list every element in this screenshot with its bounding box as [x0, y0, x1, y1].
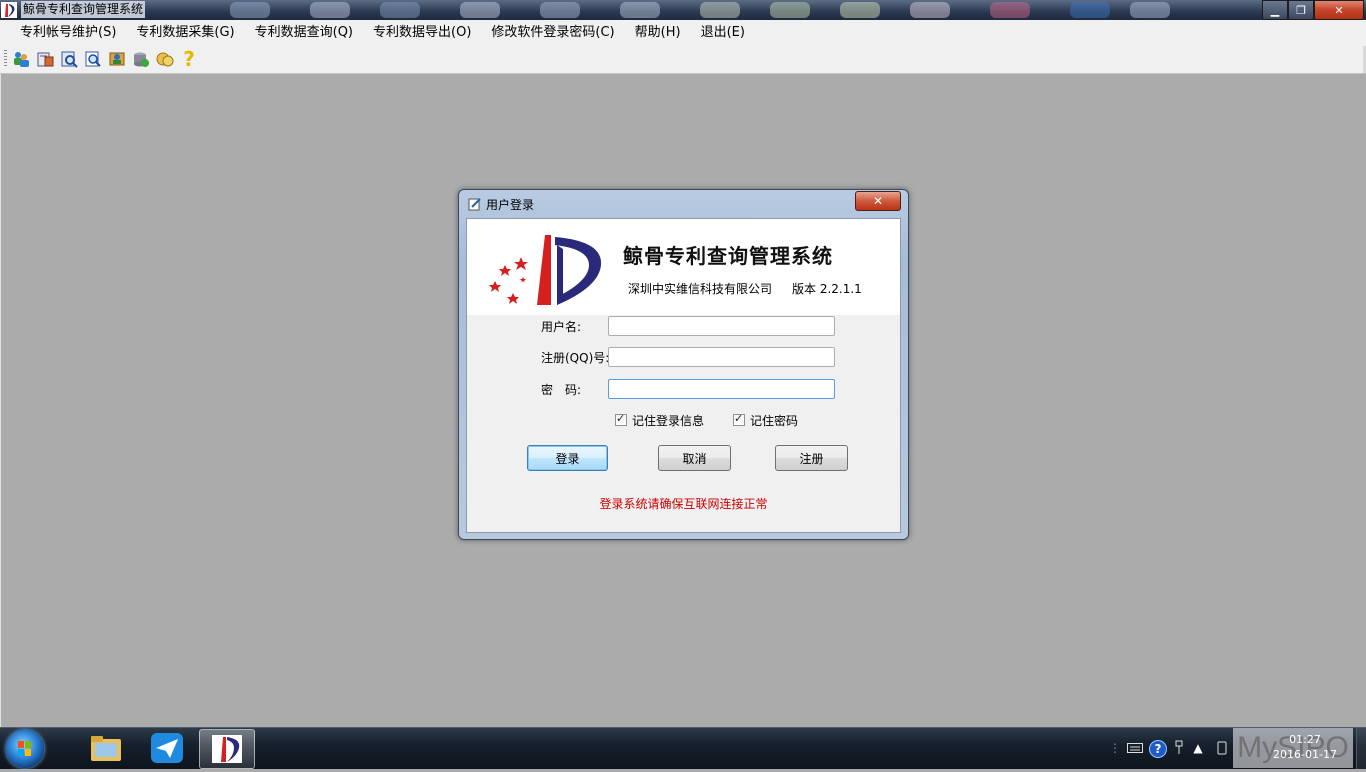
login-banner: 鲸骨专利查询管理系统 深圳中实维信科技有限公司 版本 2.2.1.1: [467, 219, 900, 315]
system-title: 鲸骨专利查询管理系统: [623, 244, 833, 268]
menu-data-collect[interactable]: 专利数据采集(G): [126, 20, 244, 46]
show-desktop-button[interactable]: [1356, 728, 1366, 769]
toolbar: ?: [0, 46, 1366, 74]
edit-pen-icon: [468, 198, 481, 211]
background-thumbnails: [230, 2, 1190, 18]
remember-login-label[interactable]: 记住登录信息: [632, 412, 704, 429]
company-name: 深圳中实维信科技有限公司: [628, 282, 773, 296]
cancel-button[interactable]: 取消: [658, 445, 731, 471]
user-card-icon[interactable]: [107, 49, 127, 69]
dialog-close-button[interactable]: ✕: [855, 191, 901, 211]
keyboard-icon[interactable]: [1127, 740, 1143, 756]
window-titlebar: 鲸骨专利查询管理系统 ▁ ❐ ✕: [0, 0, 1366, 20]
preview-icon[interactable]: [83, 49, 103, 69]
taskbar-clock[interactable]: 01:27 2016-01-17: [1270, 732, 1340, 762]
patent-logo-icon: [212, 735, 242, 763]
remember-password-label[interactable]: 记住密码: [750, 412, 798, 429]
connection-notice: 登录系统请确保互联网连接正常: [599, 497, 768, 511]
windows-logo-icon: [18, 741, 31, 756]
file-explorer-taskbar-button[interactable]: [79, 729, 133, 767]
coin-icon[interactable]: [155, 49, 175, 69]
clock-time: 01:27: [1289, 733, 1321, 746]
qq-label: 注册(QQ)号:: [541, 351, 610, 365]
menu-data-query[interactable]: 专利数据查询(Q): [245, 20, 363, 46]
username-label: 用户名:: [541, 320, 582, 334]
menu-change-password[interactable]: 修改软件登录密码(C): [481, 20, 624, 46]
register-button[interactable]: 注册: [775, 445, 848, 471]
clock-date: 2016-01-17: [1273, 748, 1337, 761]
login-button[interactable]: 登录: [527, 445, 608, 471]
dialog-body: 鲸骨专利查询管理系统 深圳中实维信科技有限公司 版本 2.2.1.1 用户名: …: [466, 218, 901, 533]
company-logo: [489, 235, 602, 305]
search-db-icon[interactable]: [59, 49, 79, 69]
app-logo-icon: [1, 2, 17, 18]
toolbar-grip[interactable]: [4, 50, 7, 68]
start-button[interactable]: [6, 730, 44, 768]
taskbar: ⋮ ? ▲ MySIPO 01:27 2016-01-17: [0, 727, 1366, 769]
remember-password-checkbox[interactable]: [733, 412, 745, 426]
messenger-taskbar-button[interactable]: [140, 729, 194, 767]
network-icon[interactable]: [1171, 740, 1187, 756]
window-title: 鲸骨专利查询管理系统: [21, 1, 146, 18]
menu-exit[interactable]: 退出(E): [691, 20, 755, 46]
menu-data-export[interactable]: 专利数据导出(O): [363, 20, 481, 46]
export-icon[interactable]: [35, 49, 55, 69]
minimize-button[interactable]: ▁: [1262, 0, 1288, 20]
qq-number-input[interactable]: [608, 347, 835, 367]
menu-help[interactable]: 帮助(H): [625, 20, 691, 46]
remember-login-checkbox[interactable]: [615, 412, 627, 426]
paper-plane-icon: [151, 733, 183, 763]
version-label: 版本 2.2.1.1: [792, 282, 862, 296]
password-input[interactable]: [608, 379, 835, 399]
tray-grip: ⋮: [1109, 741, 1121, 755]
menu-patent-account[interactable]: 专利帐号维护(S): [0, 20, 126, 46]
dialog-title: 用户登录: [486, 198, 535, 212]
patent-system-taskbar-button[interactable]: [199, 729, 255, 769]
help-icon[interactable]: ?: [179, 47, 199, 71]
help-tray-icon[interactable]: ?: [1149, 740, 1167, 758]
restore-button[interactable]: ❐: [1288, 0, 1314, 20]
username-input[interactable]: [608, 316, 835, 336]
device-icon[interactable]: [1214, 740, 1230, 756]
password-label: 密 码:: [541, 383, 582, 397]
menu-bar: 专利帐号维护(S) 专利数据采集(G) 专利数据查询(Q) 专利数据导出(O) …: [0, 20, 1366, 46]
login-dialog: 用户登录 ✕ 鲸骨专利查询管理系统 深圳中实维信科技有限公司 版本 2.2.1.…: [458, 189, 909, 540]
folder-icon: [91, 736, 121, 761]
users-icon[interactable]: [11, 49, 31, 69]
db-refresh-icon[interactable]: [131, 49, 151, 69]
close-window-button[interactable]: ✕: [1314, 0, 1364, 20]
show-hidden-icons-icon[interactable]: ▲: [1190, 740, 1206, 756]
